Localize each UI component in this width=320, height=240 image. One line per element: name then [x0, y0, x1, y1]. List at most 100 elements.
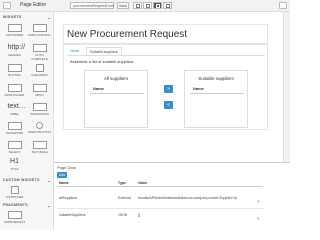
widget-text-area[interactable]: TEXT AREA: [27, 141, 52, 154]
title-widget[interactable]: New Procurement Request: [63, 24, 268, 44]
widget-label[interactable]: text… LABEL: [2, 103, 27, 116]
value-column-header: Value: [138, 181, 148, 185]
header-icon: http://: [7, 44, 26, 51]
autocomplete-icon: [32, 44, 47, 52]
title-icon: H1: [10, 158, 19, 165]
widget-radio-button[interactable]: RADIO BUTTON: [27, 122, 52, 134]
suitable-suppliers-panel[interactable]: Suitable suppliers Name: [184, 70, 248, 128]
tablet-icon: [146, 4, 150, 8]
tablet-view-button[interactable]: [143, 2, 152, 9]
fragment-supplierlist[interactable]: SUPPLIERLIST: [2, 211, 27, 224]
widget-label: PARAGRAPH: [30, 112, 49, 116]
tab-suitable-suppliers[interactable]: Suitable suppliers: [86, 47, 122, 55]
widget-label: DATE PICKER: [4, 93, 25, 97]
save-button[interactable]: Save: [117, 2, 129, 9]
divider: [90, 93, 144, 94]
widget-label: RADIO BUTTON: [28, 130, 51, 134]
name-column-header: Name: [93, 86, 104, 91]
button-icon: [7, 64, 22, 72]
paragraph-icon: [32, 103, 47, 111]
edit-icon[interactable]: ✎: [257, 217, 260, 221]
chevron-down-icon: ⌄: [47, 15, 51, 20]
tabs-icon: [32, 24, 47, 32]
row-value: /bonita/API/bdm/businessData/com.company…: [138, 196, 238, 200]
checkbox-icon: [35, 64, 44, 72]
custom-widgets-label: CUSTOM WIDGETS: [3, 178, 40, 182]
widget-input[interactable]: INPUT: [27, 84, 52, 97]
laptop-view-button[interactable]: [153, 2, 162, 9]
widget-tabs-control[interactable]: TABS CONTROL: [27, 24, 52, 37]
widget-auto-complete[interactable]: AUTO COMPLETE: [27, 44, 52, 61]
name-column-header: Name: [59, 181, 69, 185]
widget-label: HEADER: [8, 53, 21, 57]
custom-widget-listpicker[interactable]: LISTPICKER: [2, 186, 27, 199]
laptop-icon: [156, 4, 160, 8]
editor-canvas: New Procurement Request Home Suitable su…: [56, 14, 282, 162]
properties-rail[interactable]: [283, 12, 290, 162]
widget-label: PASSWORD: [5, 131, 24, 135]
widget-label: BUTTON: [8, 73, 21, 77]
page-title: New Procurement Request: [67, 29, 188, 40]
instruction-text: Assemble a list of suitable suppliers.: [70, 59, 135, 64]
widgets-header-label: WIDGETS: [3, 15, 22, 19]
header-divider: [57, 186, 263, 187]
widget-button[interactable]: BUTTON: [2, 64, 27, 77]
widget-select[interactable]: SELECT: [2, 141, 27, 154]
page-data-title: Page Data: [57, 165, 76, 170]
select-icon: [7, 141, 22, 149]
widget-password[interactable]: PASSWORD: [2, 122, 27, 135]
all-suppliers-panel[interactable]: All suppliers Name: [84, 70, 148, 128]
divider: [190, 93, 244, 94]
widget-label: LABEL: [9, 112, 20, 116]
add-data-button[interactable]: Add: [57, 172, 67, 178]
row-name: allSuppliers: [59, 196, 78, 200]
tabs-container[interactable]: Home Suitable suppliers Assemble a list …: [63, 44, 268, 130]
widget-header[interactable]: http:// HEADER: [2, 44, 27, 57]
edit-icon[interactable]: ✎: [257, 200, 260, 204]
widget-container[interactable]: CONTAINER: [2, 24, 27, 37]
page-data-panel: Page Data Add Name Type Value allSupplie…: [54, 162, 290, 230]
widget-sidebar: WIDGETS ⌄ CONTAINER TABS CONTROL http://…: [0, 12, 54, 230]
move-right-button[interactable]: »: [164, 85, 173, 93]
widget-label: TITLE: [10, 167, 19, 171]
row-value: []: [138, 213, 140, 217]
password-icon: [7, 122, 22, 130]
radio-icon: [36, 122, 43, 129]
widget-label: CONTAINER: [5, 33, 24, 37]
tab-divider: [67, 55, 265, 56]
widget-label: AUTO COMPLETE: [31, 53, 48, 61]
widget-checkbox[interactable]: CHECKBOX: [27, 64, 52, 77]
fragments-header[interactable]: FRAGMENTS ⌄: [0, 202, 54, 209]
suitable-suppliers-title: Suitable suppliers: [198, 76, 234, 81]
widget-title[interactable]: H1 TITLE: [2, 158, 27, 171]
top-bar: Page Editor procurementRequestForm Save: [0, 0, 290, 12]
widget-date-picker[interactable]: DATE PICKER: [2, 84, 27, 97]
widget-label: SUPPLIERLIST: [3, 220, 26, 224]
type-column-header: Type: [118, 181, 126, 185]
desktop-icon: [136, 4, 140, 8]
calendar-icon: [7, 84, 22, 92]
phone-icon: [166, 4, 170, 8]
label-icon: text…: [7, 103, 26, 110]
textarea-icon: [32, 141, 47, 149]
fragment-icon: [7, 211, 22, 219]
name-column-header: Name: [193, 86, 204, 91]
desktop-view-button[interactable]: [133, 2, 142, 9]
widget-paragraph[interactable]: PARAGRAPH: [27, 103, 52, 116]
widget-label: TABS CONTROL: [27, 33, 52, 37]
phone-view-button[interactable]: [163, 2, 172, 9]
menu-icon[interactable]: [3, 2, 11, 9]
app-title: Page Editor: [20, 2, 47, 8]
all-suppliers-title: All suppliers: [103, 76, 129, 81]
widget-label: CHECKBOX: [31, 73, 48, 77]
page-name-input[interactable]: procurementRequestForm: [70, 2, 114, 9]
widget-label: SELECT: [8, 150, 21, 154]
tab-home[interactable]: Home: [67, 47, 82, 55]
help-icon[interactable]: [279, 2, 287, 9]
row-name: suitableSuppliers: [59, 213, 86, 217]
widgets-header[interactable]: WIDGETS ⌄: [0, 14, 54, 21]
row-type: JSON: [118, 213, 128, 217]
fragments-label: FRAGMENTS: [3, 203, 28, 207]
custom-widgets-header[interactable]: CUSTOM WIDGETS ⌄: [0, 177, 54, 184]
move-left-button[interactable]: «: [164, 101, 173, 109]
